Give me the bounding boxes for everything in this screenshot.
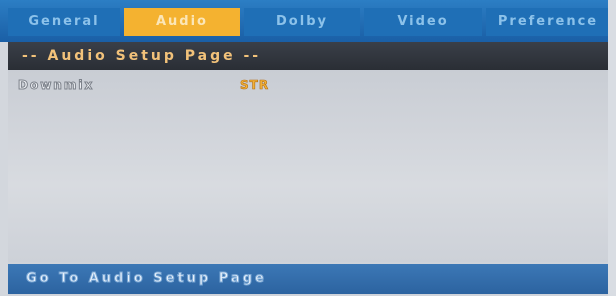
tab-audio[interactable]: Audio (124, 8, 240, 36)
setting-row-downmix[interactable]: Downmix STR (8, 76, 608, 98)
tab-video[interactable]: Video (364, 8, 482, 36)
setting-value-downmix[interactable]: STR (240, 78, 269, 93)
screen-frame-left (0, 42, 8, 296)
settings-panel: Downmix STR (8, 70, 608, 262)
tab-dolby[interactable]: Dolby (244, 8, 360, 36)
menu-tab-bar: General Audio Dolby Video Preference (0, 0, 616, 42)
page-title: -- Audio Setup Page -- (8, 42, 608, 70)
tab-preference[interactable]: Preference (486, 8, 610, 36)
screen-frame-right (608, 0, 616, 296)
tab-general[interactable]: General (8, 8, 120, 36)
setting-label-downmix: Downmix (17, 78, 95, 93)
status-bar: Go To Audio Setup Page (8, 264, 608, 294)
dvd-setup-screen: General Audio Dolby Video Preference -- … (0, 0, 616, 296)
